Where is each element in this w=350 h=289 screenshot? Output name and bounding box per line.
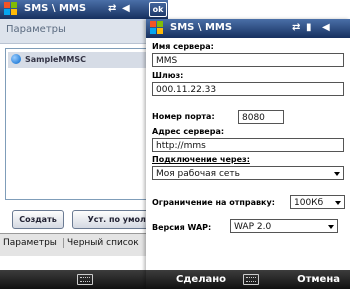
ok-button[interactable]: ok — [149, 2, 167, 17]
send-limit-label: Ограничение на отправку: — [152, 198, 275, 207]
dropdown-arrow-icon — [328, 225, 334, 229]
port-input[interactable]: 8080 — [238, 110, 284, 124]
server-address-label: Адрес сервера: — [152, 127, 225, 136]
gateway-input[interactable]: 000.11.22.33 — [152, 82, 344, 96]
list-item[interactable]: SampleMMSC — [8, 52, 162, 68]
connect-via-value: Моя рабочая сеть — [156, 169, 240, 179]
start-menu-icon[interactable] — [150, 21, 164, 35]
done-softkey[interactable]: Сделано — [176, 274, 226, 285]
start-menu-icon[interactable] — [4, 2, 18, 16]
front-soft-key-bar: Сделано Отмена — [146, 270, 350, 289]
connect-via-label: Подключение через: — [152, 155, 250, 164]
back-soft-key-bar — [0, 270, 168, 289]
send-limit-value: 100Кб — [294, 198, 324, 208]
server-name-input[interactable]: MMS — [152, 53, 344, 67]
connectivity-icon[interactable]: ⇄ — [108, 3, 116, 14]
mmsc-list[interactable]: SampleMMSC — [5, 48, 165, 200]
tab-blacklist[interactable]: Черный список — [63, 238, 139, 248]
back-window-title: SMS \ MMS — [24, 3, 87, 14]
front-window: SMS \ MMS ⇄ ▮ ◀ Имя сервера: MMS Шлюз: 0… — [146, 19, 350, 289]
back-title-bar: SMS \ MMS ⇄ ◀ ok — [0, 0, 168, 19]
send-limit-select[interactable]: 100Кб — [290, 195, 345, 209]
dropdown-arrow-icon — [335, 201, 341, 205]
signal-icon[interactable]: ▮ — [306, 22, 312, 33]
create-button[interactable]: Создать — [12, 210, 64, 229]
port-label: Номер порта: — [152, 112, 215, 121]
keyboard-icon[interactable] — [243, 274, 259, 285]
settings-heading: Параметры — [6, 24, 66, 35]
list-item-label: SampleMMSC — [25, 55, 86, 64]
server-address-input[interactable]: http://mms — [152, 138, 344, 152]
keyboard-icon[interactable] — [77, 274, 93, 285]
back-window: SMS \ MMS ⇄ ◀ ok Параметры SampleMMSC Со… — [0, 0, 168, 289]
globe-icon — [11, 54, 21, 64]
cancel-softkey[interactable]: Отмена — [297, 274, 340, 285]
volume-icon[interactable]: ◀ — [122, 3, 130, 14]
wap-version-value: WAP 2.0 — [234, 222, 272, 232]
gateway-label: Шлюз: — [152, 71, 184, 80]
server-name-label: Имя сервера: — [152, 42, 214, 51]
connect-via-select[interactable]: Моя рабочая сеть — [152, 166, 344, 180]
wap-version-select[interactable]: WAP 2.0 — [230, 219, 338, 233]
front-title-bar: SMS \ MMS ⇄ ▮ ◀ — [146, 19, 350, 38]
connectivity-icon[interactable]: ⇄ — [292, 22, 300, 33]
front-window-title: SMS \ MMS — [170, 22, 233, 33]
volume-icon[interactable]: ◀ — [322, 22, 330, 33]
tab-bar: Параметры Черный список Се — [0, 233, 168, 256]
dropdown-arrow-icon — [334, 172, 340, 176]
tab-settings[interactable]: Параметры — [3, 238, 57, 248]
wap-version-label: Версия WAP: — [152, 223, 212, 232]
settings-heading-bar: Параметры — [0, 19, 168, 44]
